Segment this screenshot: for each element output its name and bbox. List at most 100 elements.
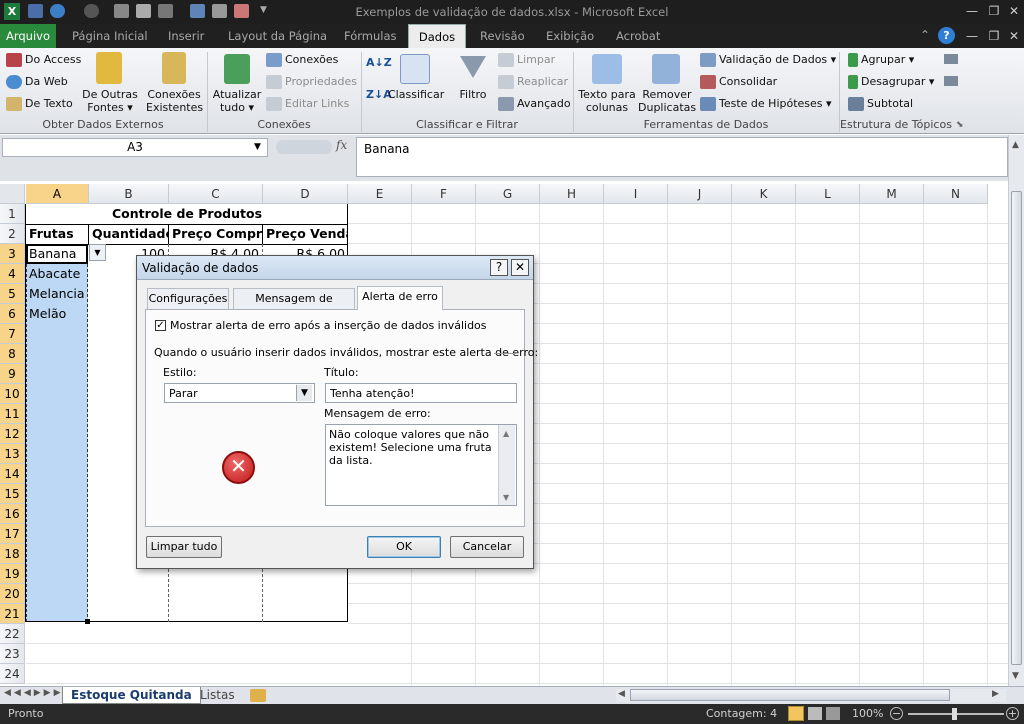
row-header[interactable]: 2 [0, 224, 25, 244]
scroll-thumb[interactable] [1011, 191, 1022, 665]
sort-az-icon[interactable]: A↓Z [366, 56, 392, 69]
dialog-help-button[interactable]: ? [490, 259, 508, 276]
column-header[interactable]: M [860, 184, 924, 204]
column-header[interactable]: J [668, 184, 732, 204]
alert-title-input[interactable]: Tenha atenção! [325, 383, 517, 403]
ok-button[interactable]: OK [367, 536, 441, 558]
refresh-all-button[interactable]: Atualizar tudo ▾ [210, 88, 264, 114]
subtotal-button[interactable]: Subtotal [848, 97, 913, 111]
row-header[interactable]: 7 [0, 324, 25, 344]
row-header[interactable]: 12 [0, 424, 25, 444]
doc-close-button[interactable]: ✕ [1004, 27, 1024, 45]
column-header[interactable]: B [89, 184, 169, 204]
from-web-button[interactable]: Da Web [6, 75, 68, 89]
page-break-view-icon[interactable] [826, 707, 840, 720]
dialog-tab-settings[interactable]: Configurações [147, 288, 229, 309]
header-preco-venda[interactable]: Preço Venda [263, 224, 348, 244]
minimize-button[interactable]: — [962, 2, 982, 20]
row-header[interactable]: 4 [0, 264, 25, 284]
row-header[interactable]: 9 [0, 364, 25, 384]
sort-button[interactable]: Classificar [388, 88, 444, 101]
row-header[interactable]: 3 [0, 244, 25, 264]
name-box-dropdown-icon[interactable]: ▼ [254, 142, 261, 152]
edit-links-button[interactable]: Editar Links [266, 97, 349, 111]
sheet-tab-listas[interactable]: Listas [192, 687, 243, 704]
dialog-tab-error-alert[interactable]: Alerta de erro [357, 286, 443, 310]
from-access-button[interactable]: Do Access [6, 53, 81, 67]
dialog-close-button[interactable]: ✕ [511, 259, 529, 276]
table-title[interactable]: Controle de Produtos [26, 204, 348, 224]
page-layout-view-icon[interactable] [808, 707, 822, 720]
formula-bar-expander[interactable] [276, 140, 332, 154]
text-to-columns-button[interactable]: Texto para colunas [576, 88, 638, 114]
zoom-level[interactable]: 100% [852, 707, 883, 720]
tab-acrobat[interactable]: Acrobat [610, 24, 666, 48]
row-header[interactable]: 8 [0, 344, 25, 364]
properties-button[interactable]: Propriedades [266, 75, 357, 89]
style-select[interactable]: Parar ▼ [164, 383, 315, 403]
collapse-ribbon-icon[interactable]: ⌃ [920, 28, 930, 42]
column-header[interactable]: N [924, 184, 988, 204]
row-header[interactable]: 11 [0, 404, 25, 424]
column-header[interactable]: A [26, 184, 89, 204]
tab-dados[interactable]: Dados [408, 24, 466, 48]
validation-dropdown-icon[interactable]: ▼ [89, 244, 106, 261]
close-button[interactable]: ✕ [1004, 2, 1024, 20]
column-header[interactable]: L [796, 184, 860, 204]
tab-layout-da-pagina[interactable]: Layout da Página [222, 24, 333, 48]
header-preco-compra[interactable]: Preço Compra [169, 224, 262, 244]
clear-filter-button[interactable]: Limpar [498, 53, 555, 67]
group-button[interactable]: Agrupar ▾ [848, 53, 914, 67]
tab-revisao[interactable]: Revisão [474, 24, 531, 48]
row-header[interactable]: 10 [0, 384, 25, 404]
header-frutas[interactable]: Frutas [26, 224, 88, 244]
tab-arquivo[interactable]: Arquivo [0, 24, 56, 48]
sheet-nav-icons[interactable]: ◀◀◀▶▶▶ [4, 688, 64, 698]
tab-formulas[interactable]: Fórmulas [338, 24, 403, 48]
hide-detail-icon[interactable] [944, 76, 958, 86]
scroll-down-icon[interactable]: ▼ [1012, 671, 1019, 681]
tab-inserir[interactable]: Inserir [162, 24, 210, 48]
connections-button[interactable]: Conexões [266, 53, 338, 67]
ungroup-button[interactable]: Desagrupar ▾ [848, 75, 934, 89]
column-header[interactable]: K [732, 184, 796, 204]
column-header[interactable]: G [476, 184, 540, 204]
textarea-scrollbar[interactable]: ▲ ▼ [498, 425, 515, 505]
fruit-cell[interactable]: Banana [26, 244, 86, 264]
remove-duplicates-button[interactable]: Remover Duplicatas [638, 88, 696, 114]
cancel-button[interactable]: Cancelar [450, 536, 524, 558]
formula-input[interactable]: Banana [356, 137, 1008, 177]
row-header[interactable]: 6 [0, 304, 25, 324]
row-header[interactable]: 18 [0, 544, 25, 564]
row-header[interactable]: 23 [0, 644, 25, 664]
zoom-slider-thumb[interactable] [952, 708, 957, 720]
textarea-scroll-up-icon[interactable]: ▲ [503, 427, 509, 440]
row-header[interactable]: 5 [0, 284, 25, 304]
scroll-up-icon[interactable]: ▲ [1012, 140, 1019, 150]
existing-connections-button[interactable]: Conexões Existentes [146, 88, 203, 114]
what-if-button[interactable]: Teste de Hipóteses ▾ [700, 97, 832, 111]
horizontal-scrollbar[interactable]: ◀ ▶ [616, 689, 1006, 702]
row-header[interactable]: 19 [0, 564, 25, 584]
h-scroll-thumb[interactable] [630, 689, 950, 701]
scroll-right-icon[interactable]: ▶ [992, 689, 999, 699]
fruit-cell[interactable]: Melão [26, 304, 86, 324]
vertical-scrollbar[interactable]: ▲ ▼ [1008, 135, 1024, 686]
row-header[interactable]: 16 [0, 504, 25, 524]
header-quantidade[interactable]: Quantidade [89, 224, 168, 244]
row-header[interactable]: 15 [0, 484, 25, 504]
other-sources-button[interactable]: De Outras Fontes ▾ [82, 88, 138, 114]
row-header[interactable]: 14 [0, 464, 25, 484]
error-message-textarea[interactable]: Não coloque valores que não existem! Sel… [325, 424, 517, 506]
doc-minimize-button[interactable]: — [962, 27, 982, 45]
insert-sheet-icon[interactable] [250, 689, 266, 702]
filter-button[interactable]: Filtro [452, 88, 494, 101]
fruit-cell[interactable]: Abacate [26, 264, 86, 284]
zoom-out-icon[interactable]: − [890, 707, 903, 720]
column-header[interactable]: D [263, 184, 348, 204]
column-header[interactable]: F [412, 184, 476, 204]
from-text-button[interactable]: De Texto [6, 97, 73, 111]
zoom-in-icon[interactable]: + [1006, 707, 1019, 720]
consolidate-button[interactable]: Consolidar [700, 75, 777, 89]
row-header[interactable]: 1 [0, 204, 25, 224]
